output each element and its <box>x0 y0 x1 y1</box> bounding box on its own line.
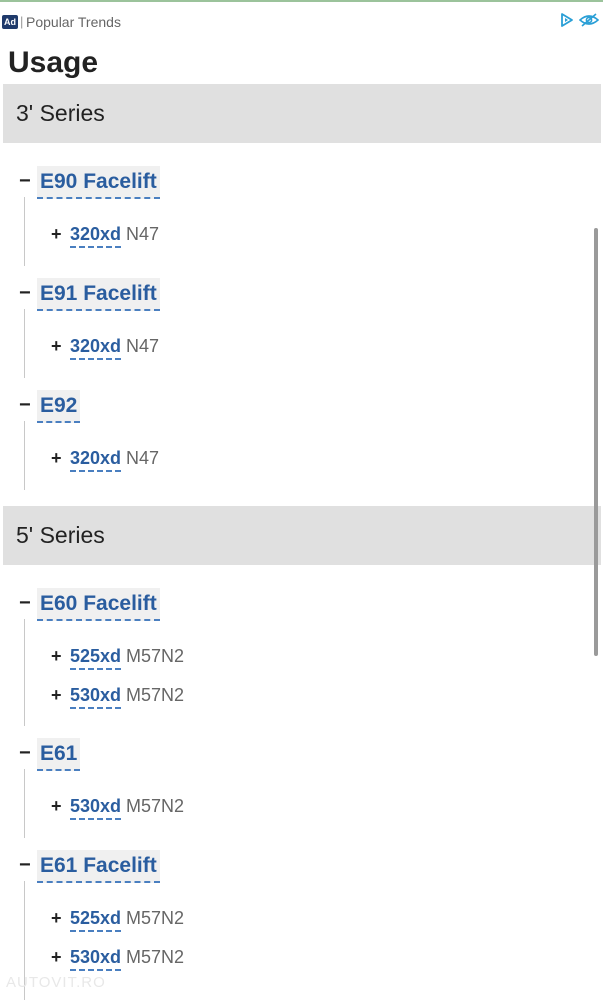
engine-code: M57N2 <box>126 908 185 928</box>
engine-code: N47 <box>126 224 160 244</box>
tree-guide-line <box>24 421 25 490</box>
expand-icon[interactable]: + <box>51 224 62 245</box>
ad-label[interactable]: Popular Trends <box>26 14 121 30</box>
model-link[interactable]: E60 Facelift <box>37 588 160 621</box>
model-link[interactable]: E61 <box>37 738 81 771</box>
expand-icon[interactable]: + <box>51 796 62 817</box>
ad-separator: | <box>20 14 24 29</box>
expand-icon[interactable]: + <box>51 908 62 929</box>
collapse-icon[interactable]: − <box>19 170 31 193</box>
tree-guide-line <box>24 309 25 378</box>
variant-link[interactable]: 320xd <box>70 446 122 472</box>
watermark: AUTOVIT.RO <box>6 974 106 991</box>
model-link[interactable]: E90 Facelift <box>37 166 160 199</box>
expand-icon[interactable]: + <box>51 646 62 667</box>
engine-code: M57N2 <box>126 796 185 816</box>
collapse-icon[interactable]: − <box>19 854 31 877</box>
engine-code: N47 <box>126 336 160 356</box>
tree-guide-line <box>24 619 25 726</box>
engine-code: N47 <box>126 448 160 468</box>
tree-guide-line <box>24 769 25 838</box>
collapse-icon[interactable]: − <box>19 592 31 615</box>
collapse-icon[interactable]: − <box>19 742 31 765</box>
expand-icon[interactable]: + <box>51 685 62 706</box>
scrollbar[interactable] <box>594 228 598 656</box>
collapse-icon[interactable]: − <box>19 394 31 417</box>
series-header: 5' Series <box>3 506 601 565</box>
variant-link[interactable]: 525xd <box>70 644 122 670</box>
model-link[interactable]: E61 Facelift <box>37 850 160 883</box>
variant-link[interactable]: 530xd <box>70 794 122 820</box>
collapse-icon[interactable]: − <box>19 282 31 305</box>
adchoices-icon[interactable] <box>559 12 575 28</box>
variant-link[interactable]: 530xd <box>70 945 122 971</box>
expand-icon[interactable]: + <box>51 336 62 357</box>
series-header: 3' Series <box>3 84 601 143</box>
tree-guide-line <box>24 197 25 266</box>
model-link[interactable]: E92 <box>37 390 81 423</box>
engine-code: M57N2 <box>126 646 185 666</box>
variant-link[interactable]: 320xd <box>70 222 122 248</box>
expand-icon[interactable]: + <box>51 448 62 469</box>
variant-link[interactable]: 320xd <box>70 334 122 360</box>
hide-ad-icon[interactable] <box>579 12 599 28</box>
expand-icon[interactable]: + <box>51 947 62 968</box>
model-link[interactable]: E91 Facelift <box>37 278 160 311</box>
page-title: Usage <box>8 46 99 79</box>
engine-code: M57N2 <box>126 947 185 967</box>
variant-link[interactable]: 530xd <box>70 683 122 709</box>
variant-link[interactable]: 525xd <box>70 906 122 932</box>
ad-badge: Ad <box>2 15 18 29</box>
ad-bar[interactable]: Ad | Popular Trends <box>0 0 603 34</box>
engine-code: M57N2 <box>126 685 185 705</box>
